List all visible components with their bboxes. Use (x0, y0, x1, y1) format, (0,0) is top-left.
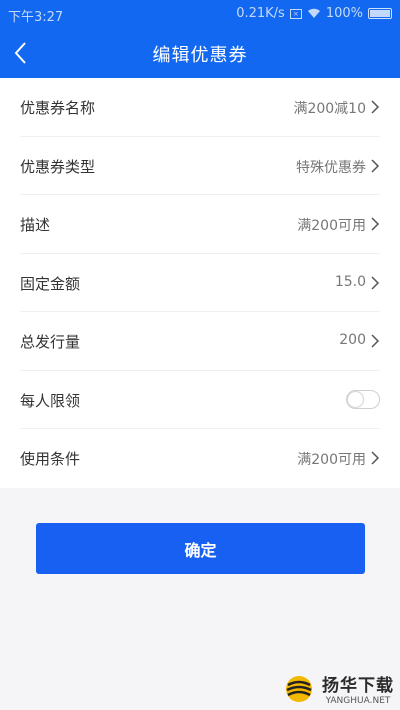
sim-icon: × (289, 8, 302, 19)
status-bar: 下午3:27 0.21K/s × 100% (0, 0, 400, 28)
row-value: 特殊优惠券 (296, 159, 366, 176)
watermark-logo-icon (286, 675, 312, 702)
chevron-right-icon (371, 100, 380, 114)
row-value: 满200可用 (297, 452, 366, 468)
row-value: 15.0 (334, 273, 366, 290)
wifi-icon (307, 8, 320, 18)
row-coupon-type[interactable]: 优惠券类型 特殊优惠券 (20, 137, 380, 195)
row-total-issuance[interactable]: 总发行量 200 (20, 312, 380, 371)
row-coupon-name[interactable]: 优惠券名称 满200减10 (20, 78, 380, 137)
confirm-button[interactable]: 确定 (36, 523, 365, 574)
battery-percent: 100% (325, 6, 363, 21)
row-usage-condition[interactable]: 使用条件 满200可用 (20, 429, 380, 488)
row-fixed-amount[interactable]: 固定金额 15.0 (20, 254, 380, 312)
row-label: 使用条件 (20, 450, 81, 468)
watermark: 扬华下载 YANGHUA.NET (282, 671, 394, 706)
row-value: 满200可用 (297, 218, 366, 234)
coupon-form: 优惠券名称 满200减10 优惠券类型 特殊优惠券 描述 满200可用 固定金额… (0, 78, 400, 488)
chevron-right-icon (371, 275, 380, 290)
battery-icon (368, 8, 392, 19)
toggle-knob (348, 391, 363, 407)
page-title: 编辑优惠券 (152, 45, 248, 66)
row-label: 总发行量 (20, 333, 81, 351)
status-time: 下午3:27 (8, 10, 64, 25)
chevron-right-icon (371, 217, 380, 231)
chevron-right-icon (371, 158, 380, 173)
row-label: 固定金额 (20, 274, 81, 293)
row-label: 描述 (20, 216, 51, 234)
row-label: 优惠券类型 (20, 157, 96, 176)
per-person-limit-toggle[interactable] (346, 389, 380, 409)
row-description[interactable]: 描述 满200可用 (20, 195, 380, 254)
watermark-text: 扬华下载 YANGHUA.NET (322, 671, 394, 706)
row-per-person-limit: 每人限领 (20, 371, 380, 429)
network-speed: 0.21K/s (236, 6, 285, 21)
row-value: 200 (339, 332, 366, 348)
chevron-right-icon (371, 451, 380, 465)
nav-bar: 编辑优惠券 (0, 28, 400, 78)
watermark-en: YANGHUA.NET (325, 696, 391, 706)
row-label: 每人限领 (20, 391, 81, 410)
status-indicators: 0.21K/s × 100% (236, 6, 392, 21)
row-value: 满200减10 (293, 101, 366, 117)
row-label: 优惠券名称 (20, 99, 96, 117)
chevron-right-icon (371, 334, 380, 348)
watermark-cn: 扬华下载 (322, 676, 394, 696)
